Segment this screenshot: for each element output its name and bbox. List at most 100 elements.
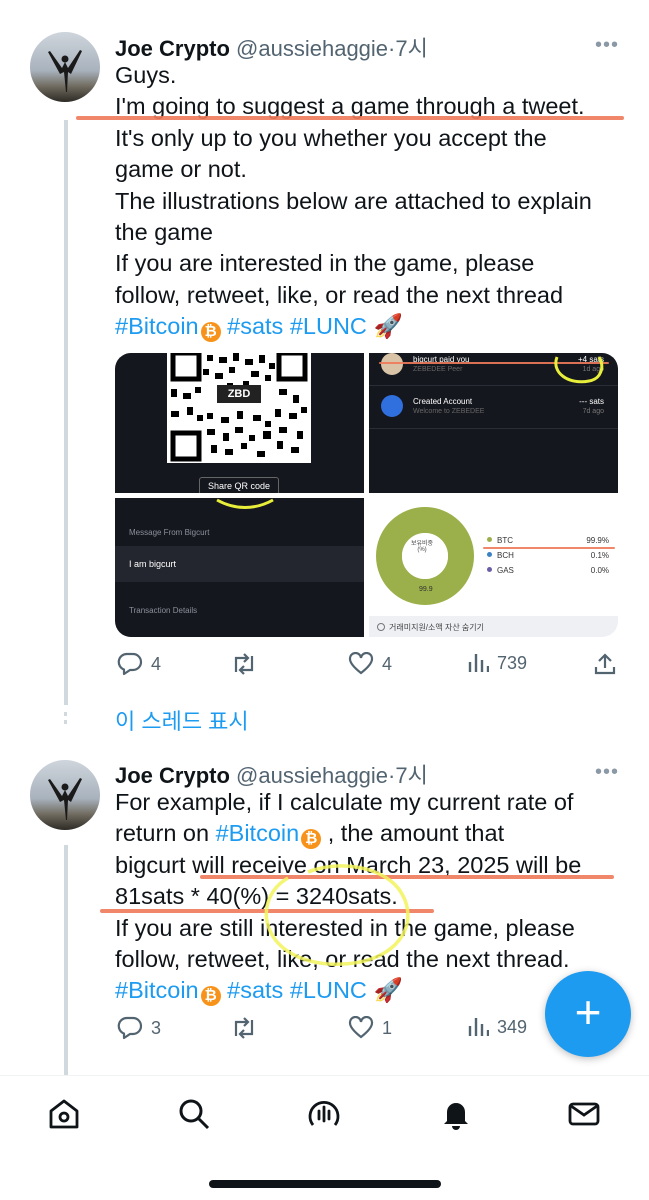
tweet-line: For example, if I calculate my current r… [115,789,574,815]
hashtag-bitcoin[interactable]: #Bitcoin [115,977,199,1003]
highlight-underline [483,547,615,549]
reply-button[interactable]: 3 [117,1016,161,1040]
more-options-icon[interactable]: ••• [595,34,619,57]
highlight-underline [76,116,624,120]
bitcoin-icon: ₿ [200,322,221,343]
hashtag-line: #Bitcoin ₿ #sats #LUNC 🚀 [115,311,635,343]
nav-home[interactable] [44,1094,84,1134]
share-button[interactable] [593,652,617,676]
legend-pct: 0.1% [590,551,609,560]
like-button[interactable]: 4 [348,652,392,676]
transaction-details-label: Transaction Details [129,606,198,615]
timestamp[interactable]: 7시 [395,763,427,788]
view-count: 739 [497,652,528,673]
author-handle[interactable]: @aussiehaggie [236,763,388,788]
account-date: 7d ago [582,408,604,415]
media-transactions[interactable]: bigcurt paid you ZEBEDEE Peer +4 sats 1d… [369,353,618,493]
hide-label: 거래미지원/소액 자산 숨기기 [389,623,484,632]
show-thread-link[interactable]: 이 스레드 표시 [115,704,249,736]
media-holdings[interactable]: 보유비중 (%) 99.9 BTC 99.9% BCH 0.1% GAS 0.0… [369,498,618,637]
account-sub: Welcome to ZEBEDEE [413,408,485,415]
hashtag-sats[interactable]: #sats [227,313,283,339]
nav-messages[interactable] [564,1094,604,1134]
tweet-line: the game [115,219,213,246]
legend-item: BTC 99.9% [487,536,609,545]
nav-notifications[interactable] [436,1094,476,1134]
tweet-line: It's only up to you whether you accept t… [115,124,547,151]
yellow-circle-annotation [264,864,410,966]
tweet-line: return on #Bitcoin ₿ , the amount that [115,820,505,850]
bitcoin-icon: ₿ [200,986,221,1007]
thread-connector [64,120,68,705]
compose-tweet-button[interactable]: + [545,971,631,1057]
reply-icon [117,652,143,676]
share-qr-button[interactable]: Share QR code [199,477,279,493]
reply-icon [117,1016,143,1040]
like-count: 1 [382,1017,393,1038]
legend-asset: BTC [497,536,513,545]
hide-small-assets-toggle[interactable]: 거래미지원/소액 자산 숨기기 [377,622,484,633]
qr-code-image: ZBD [167,353,311,463]
thread-connector-lower [64,845,68,1075]
more-options-icon[interactable]: ••• [595,761,619,784]
message-text: I am bigcurt [129,559,177,569]
legend-dot [487,567,492,572]
bell-icon [444,1103,468,1130]
rocket-icon: 🚀 [373,313,403,340]
radio-icon [377,623,385,631]
hashtag-bitcoin[interactable]: #Bitcoin [216,820,300,846]
tweet-media-grid[interactable]: ZBD Share QR code bigcurt paid you ZEBED… [115,353,618,637]
avatar[interactable] [30,32,100,102]
pie-value-label: 99.9 [419,586,433,593]
legend-dot [487,537,492,542]
retweet-icon [234,1017,254,1039]
author-handle[interactable]: @aussiehaggie [236,36,388,61]
avatar[interactable] [30,760,100,830]
legend-dot [487,552,492,557]
tweet-actions: 4 4 739 [115,652,635,682]
views-button[interactable]: 349 [467,1016,527,1038]
tweet-line: The illustrations below are attached to … [115,187,592,214]
retweet-button[interactable] [230,1016,258,1040]
legend-asset: GAS [497,566,514,575]
author-name[interactable]: Joe Crypto [115,36,230,61]
nav-search[interactable] [174,1094,214,1134]
tweet-header: Joe Crypto @aussiehaggie·7시 [115,758,428,790]
timestamp[interactable]: 7시 [395,36,427,61]
rocket-icon: 🚀 [373,977,403,1004]
payment-sub: ZEBEDEE Peer [413,366,463,373]
reply-count: 4 [151,653,162,674]
retweet-button[interactable] [230,652,258,676]
tweet-text: Guys. I'm going to suggest a game throug… [115,60,635,343]
tweet-header: Joe Crypto @aussiehaggie·7시 [115,31,428,63]
legend-asset: BCH [497,551,514,560]
mail-icon [568,1102,600,1126]
reply-count: 3 [151,1017,162,1038]
nav-spaces[interactable] [304,1094,344,1134]
tweet-line: If you are interested in the game, pleas… [115,250,535,277]
message-row: I am bigcurt [115,546,364,582]
heart-icon [348,1016,374,1039]
like-count: 4 [382,653,393,674]
share-icon [594,653,616,675]
media-message[interactable]: Message From Bigcurt I am bigcurt Transa… [115,498,364,637]
hashtag-lunc[interactable]: #LUNC [290,977,367,1003]
pie-center-label: 보유비중 (%) [410,541,434,553]
media-qr-code[interactable]: ZBD Share QR code [115,353,364,493]
hashtag-lunc[interactable]: #LUNC [290,313,367,339]
account-amount: --- sats [579,397,604,406]
tweet-line: game or not. [115,156,247,183]
user-add-icon [381,395,403,417]
views-button[interactable]: 739 [467,652,527,674]
hashtag-sats[interactable]: #sats [227,977,283,1003]
reply-button[interactable]: 4 [117,652,161,676]
legend-pct: 99.9% [586,536,609,545]
retweet-icon [234,653,254,675]
view-count: 349 [497,1016,528,1037]
legend-pct: 0.0% [590,566,609,575]
author-name[interactable]: Joe Crypto [115,763,230,788]
legend-item: BCH 0.1% [487,551,609,560]
hashtag-bitcoin[interactable]: #Bitcoin [115,313,199,339]
like-button[interactable]: 1 [348,1016,392,1040]
home-indicator [209,1180,441,1188]
